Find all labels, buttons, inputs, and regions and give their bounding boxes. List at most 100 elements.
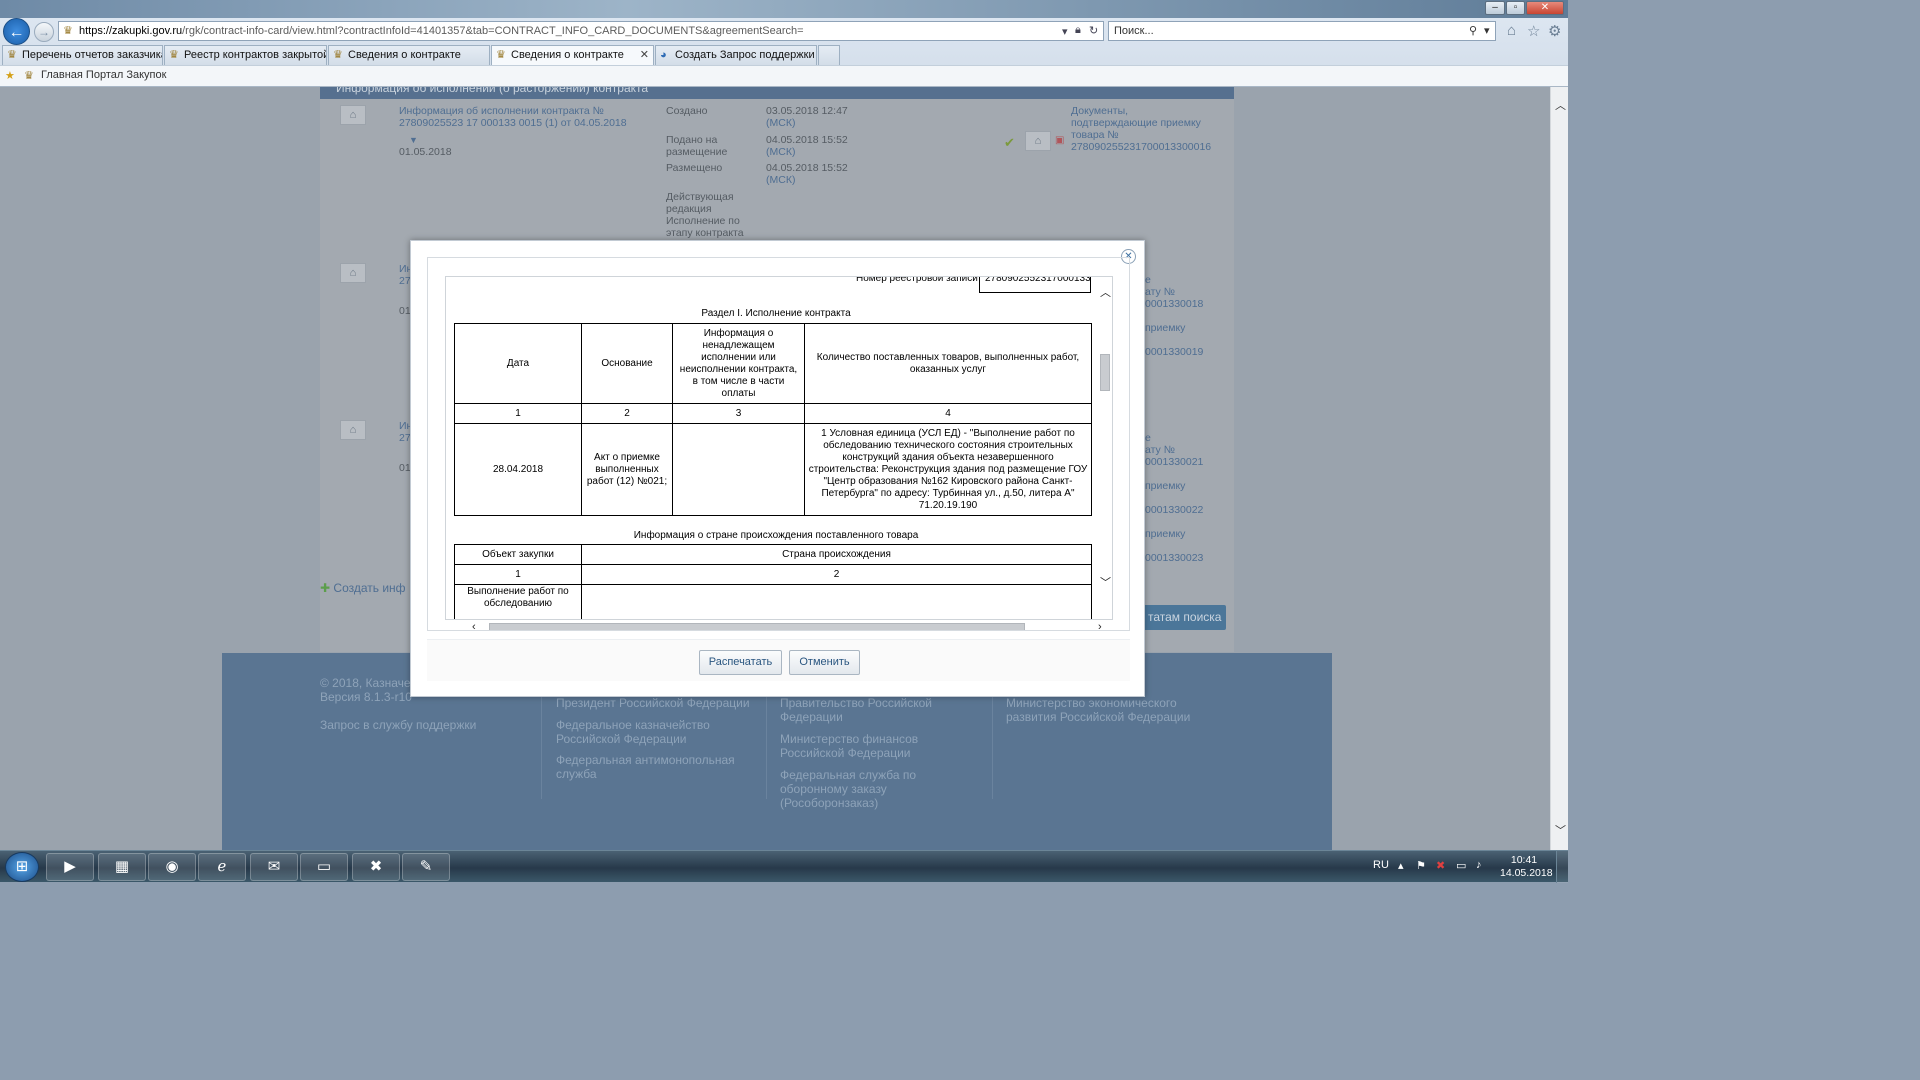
scroll-down-icon[interactable]: ﹀: [1555, 822, 1566, 838]
search-input[interactable]: Поиск... ⚲ ▾: [1108, 21, 1496, 41]
footer-support-link[interactable]: Запрос в службу поддержки: [320, 718, 476, 732]
footer-link[interactable]: Федеральная антимонопольная служба: [556, 753, 746, 781]
execution-info-link[interactable]: 27: [399, 275, 411, 287]
cell-procurement-object: Выполнение работ по обследованию: [454, 584, 582, 619]
row-date: 01.05.2018: [399, 146, 452, 158]
pdf-icon[interactable]: ▣: [1055, 135, 1064, 147]
page-scrollbar[interactable]: ︿ ﹀: [1550, 87, 1568, 850]
docs-link-fragment[interactable]: приемку: [1145, 528, 1185, 540]
docs-link-fragment[interactable]: приемку: [1145, 322, 1185, 334]
media-player-icon[interactable]: ▶: [46, 853, 94, 881]
address-bar[interactable]: ♛ https://zakupki.gov.ru/rgk/contract-in…: [58, 21, 1104, 41]
footer-link[interactable]: Федеральное казначейство Российской Феде…: [556, 718, 746, 746]
forward-button[interactable]: →: [34, 22, 54, 42]
lock-icon[interactable]: 🔒︎: [1075, 24, 1081, 37]
document-horizontal-scrollbar[interactable]: ‹ ›: [472, 621, 1110, 630]
panel-header: Информация об исполнении (о расторжении)…: [320, 87, 1234, 99]
create-info-link[interactable]: ✚ Создать инф: [320, 581, 406, 595]
execution-info-link[interactable]: Информация об исполнении контракта № 278…: [399, 105, 639, 129]
excel-icon[interactable]: ✖: [352, 853, 400, 881]
footer-link[interactable]: Министерство финансов Российской Федерац…: [780, 732, 980, 760]
document-viewport[interactable]: Номер реестровой записи 2780902552317000…: [445, 276, 1113, 620]
chrome-icon[interactable]: ◉: [148, 853, 196, 881]
docs-link-fragment[interactable]: ату №: [1145, 444, 1175, 456]
footer-link[interactable]: Федеральная служба по оборонному заказу …: [780, 768, 980, 810]
favorites-star-icon[interactable]: ★: [5, 69, 15, 82]
action-center-flag-icon[interactable]: ⚑: [1416, 859, 1426, 872]
tab-contract-info[interactable]: ♛ Сведения о контракте: [328, 45, 490, 65]
volume-icon[interactable]: ♪: [1476, 859, 1482, 871]
footer-link[interactable]: Правительство Российской Федерации: [780, 696, 980, 724]
scroll-thumb[interactable]: [1100, 354, 1110, 391]
tab-favicon-icon: ♛: [496, 49, 506, 61]
document-icon[interactable]: ⌂: [340, 420, 366, 440]
start-button[interactable]: ⊞: [5, 852, 39, 882]
tray-alert-icon[interactable]: ✖: [1436, 859, 1445, 872]
new-tab-button[interactable]: [818, 45, 840, 65]
tab-support-request[interactable]: ◕ Создать Запрос поддержки - ...: [655, 45, 817, 65]
scroll-down-icon[interactable]: ﹀: [1100, 574, 1111, 590]
outlook-icon[interactable]: ✉: [250, 853, 298, 881]
column-number: 1: [454, 403, 582, 424]
language-indicator[interactable]: RU: [1373, 859, 1389, 871]
scroll-left-icon[interactable]: ‹: [472, 621, 476, 630]
tray-expand-icon[interactable]: ▴: [1398, 859, 1404, 872]
back-button[interactable]: ←: [3, 18, 30, 45]
favorite-link-main-portal[interactable]: Главная Портал Закупок: [41, 69, 166, 81]
settings-gear-icon[interactable]: ⚙: [1548, 22, 1561, 40]
favorites-star-icon[interactable]: ☆: [1527, 22, 1540, 40]
close-tab-icon[interactable]: ✕: [640, 46, 649, 64]
tab-report-list[interactable]: ♛ Перечень отчетов заказчика: [2, 45, 163, 65]
minimize-button[interactable]: –: [1485, 1, 1505, 15]
internet-explorer-icon[interactable]: ℯ: [198, 853, 246, 881]
placed-label: Размещено: [666, 162, 723, 174]
favorites-bar: ★ ♛ Главная Портал Закупок: [0, 65, 1568, 86]
cancel-button[interactable]: Отменить: [789, 650, 860, 675]
show-desktop-button[interactable]: [1556, 851, 1568, 883]
site-favicon-icon: ♛: [63, 25, 73, 37]
document-icon[interactable]: ⌂: [340, 263, 366, 283]
scroll-up-icon[interactable]: ︿: [1555, 97, 1566, 113]
paint-icon[interactable]: ✎: [402, 853, 450, 881]
scroll-up-icon[interactable]: ︿: [1100, 284, 1111, 300]
docs-link-fragment[interactable]: е: [1145, 432, 1151, 444]
docs-link-fragment[interactable]: ату №: [1145, 286, 1175, 298]
tab-contract-info-active[interactable]: ♛ Сведения о контракте ✕: [491, 45, 654, 65]
document-icon[interactable]: ⌂: [340, 105, 366, 125]
acceptance-docs-link[interactable]: Документы, подтверждающие приемку товара…: [1071, 105, 1211, 153]
docs-link-fragment[interactable]: приемку: [1145, 480, 1185, 492]
origin-title: Информация о стране происхождения постав…: [633, 530, 919, 541]
system-clock[interactable]: 10:41 14.05.2018: [1500, 854, 1553, 880]
docs-link-fragment[interactable]: 0001330023: [1145, 552, 1203, 564]
footer-link[interactable]: Президент Российской Федерации: [556, 696, 756, 710]
network-icon[interactable]: ▭: [1456, 859, 1466, 872]
home-icon[interactable]: ⌂: [1507, 22, 1516, 39]
docs-link-fragment[interactable]: 0001330021: [1145, 456, 1203, 468]
refresh-icon[interactable]: ↻: [1089, 24, 1098, 37]
docs-link-fragment[interactable]: 0001330018: [1145, 298, 1203, 310]
docs-link-fragment[interactable]: е: [1145, 274, 1151, 286]
footer-link[interactable]: Министерство экономического развития Рос…: [1006, 696, 1226, 724]
expand-arrow-icon[interactable]: ▼: [409, 134, 418, 146]
scroll-thumb[interactable]: [489, 623, 1025, 630]
document-icon[interactable]: ⌂: [1025, 131, 1051, 151]
table-number-row: 1 2: [454, 564, 1092, 585]
dropdown-icon[interactable]: ▾: [1062, 25, 1068, 38]
document-vertical-scrollbar[interactable]: ︿ ﹀: [1098, 284, 1112, 604]
table-header-row: Дата Основание Информация о ненадлежащем…: [454, 323, 1092, 404]
file-explorer-icon[interactable]: ▭: [300, 853, 348, 881]
print-button[interactable]: Распечатать: [699, 650, 782, 675]
panel-title: Информация об исполнении (о расторжении)…: [336, 87, 649, 95]
search-dropdown-icon[interactable]: ▾: [1484, 24, 1490, 37]
close-window-button[interactable]: ✕: [1526, 1, 1564, 15]
execution-info-link[interactable]: 27: [399, 432, 411, 444]
back-to-results-button[interactable]: татам поиска: [1140, 605, 1226, 630]
tab-closed-contracts-registry[interactable]: ♛ Реестр контрактов закрытой ...: [164, 45, 327, 65]
search-icon[interactable]: ⚲: [1469, 24, 1477, 37]
docs-link-fragment[interactable]: 0001330022: [1145, 504, 1203, 516]
calculator-icon[interactable]: ▦: [98, 853, 146, 881]
docs-link-fragment[interactable]: 0001330019: [1145, 346, 1203, 358]
maximize-button[interactable]: ▫: [1506, 1, 1525, 15]
cell-date: 28.04.2018: [454, 423, 582, 516]
scroll-right-icon[interactable]: ›: [1098, 621, 1102, 630]
